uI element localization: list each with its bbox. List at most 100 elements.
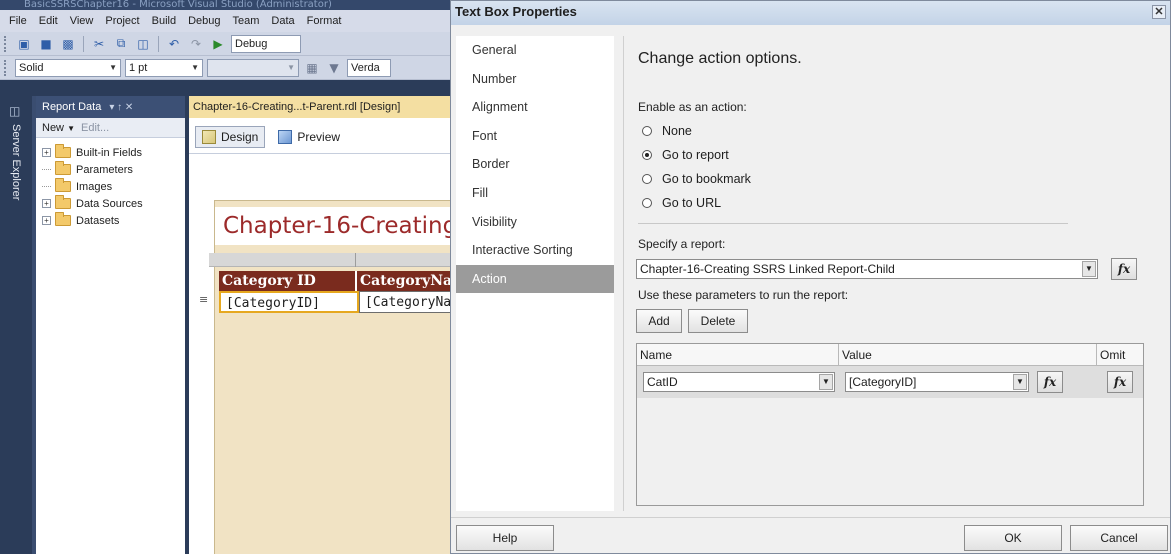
close-icon[interactable]: ✕ [1152,5,1166,19]
report-data-toolbar: New ▼ Edit... [36,118,185,138]
radio-go-to-report[interactable]: Go to report [642,146,729,164]
radio-label: Go to report [662,148,729,162]
panel-window-controls[interactable]: ▾ ↑ ✕ [109,102,133,113]
radio-button[interactable] [642,126,652,136]
tree-item-parameters[interactable]: Parameters [42,161,185,178]
radio-go-to-bookmark[interactable]: Go to bookmark [642,170,751,188]
nav-visibility[interactable]: Visibility [456,208,614,237]
nav-font[interactable]: Font [456,122,614,151]
toolbar-grip[interactable] [4,35,7,52]
save-icon[interactable]: ■ [37,35,55,53]
radio-button[interactable] [642,198,652,208]
visual-studio-window: BasicSSRSChapter16 - Microsoft Visual St… [0,0,450,554]
menu-data[interactable]: Data [266,15,301,27]
expand-icon[interactable]: + [42,148,51,157]
report-title-textbox[interactable]: Chapter-16-Creating [215,207,450,245]
menu-team[interactable]: Team [228,15,267,27]
folder-icon [55,195,71,209]
parameters-grid: Name Value Omit CatID ▼ [CategoryID] ▼ f… [636,343,1144,506]
menu-project[interactable]: Project [100,15,146,27]
help-button[interactable]: Help [456,525,554,551]
cut-icon[interactable]: ✂ [90,35,108,53]
undo-icon[interactable]: ↶ [165,35,183,53]
cancel-button[interactable]: Cancel [1070,525,1168,551]
delete-button[interactable]: Delete [688,309,748,333]
border-width-combo[interactable]: 1 pt ▼ [125,58,203,77]
ok-button[interactable]: OK [964,525,1062,551]
copy-icon[interactable]: ⧉ [112,35,130,53]
parameter-name-select[interactable]: CatID ▼ [643,372,835,392]
grid-header: Name Value Omit [637,344,1143,366]
nav-action[interactable]: Action [456,264,614,294]
nav-fill[interactable]: Fill [456,179,614,208]
border-style-combo[interactable]: Solid ▼ [15,58,121,77]
paste-icon[interactable]: ◫ [134,35,152,53]
tree-item-datasets[interactable]: + Datasets [42,212,185,229]
tablix-column-handles[interactable] [209,253,450,267]
solution-config-combo[interactable]: Debug [231,34,301,53]
data-cell-category-id[interactable]: [CategoryID] [219,291,359,313]
footer-divider [451,517,1170,518]
header-cell-category-id[interactable]: Category ID [219,271,357,291]
server-explorer-label[interactable]: Server Explorer [10,124,22,200]
data-cell-category-name[interactable]: [CategoryName] [359,291,450,313]
borders-icon[interactable]: ▦ [303,59,321,77]
new-menu-button[interactable]: New ▼ [42,122,75,134]
border-color-combo[interactable]: ▼ [207,58,299,77]
parameter-row: CatID ▼ [CategoryID] ▼ fx fx [637,366,1143,398]
parameter-value-select[interactable]: [CategoryID] ▼ [845,372,1029,392]
server-explorer-icon[interactable]: ◫ [9,104,23,118]
radio-none[interactable]: None [642,122,692,140]
omit-expression-button[interactable]: fx [1107,371,1133,393]
nav-border[interactable]: Border [456,150,614,179]
header-cell-category-name[interactable]: CategoryName [357,271,450,291]
add-button[interactable]: Add [636,309,682,333]
tab-design[interactable]: Design [195,126,266,148]
chevron-down-icon: ▼ [191,62,199,72]
grid-empty-area [637,398,1143,505]
server-explorer-sidebar[interactable]: ◫ Server Explorer [0,96,36,554]
document-area: Chapter-16-Creating...t-Parent.rdl [Desi… [189,96,450,554]
nav-interactive-sorting[interactable]: Interactive Sorting [456,236,614,265]
nav-alignment[interactable]: Alignment [456,93,614,122]
save-all-icon[interactable]: ▩ [59,35,77,53]
radio-go-to-url[interactable]: Go to URL [642,194,721,212]
report-expression-button[interactable]: fx [1111,258,1137,280]
menu-file[interactable]: File [4,15,34,27]
radio-button[interactable] [642,174,652,184]
tab-preview[interactable]: Preview [271,126,347,148]
font-combo[interactable]: Verda [347,58,391,77]
menu-format[interactable]: Format [302,15,349,27]
tree-item-label: Data Sources [76,197,143,210]
tree-item-images[interactable]: Images [42,178,185,195]
edit-button[interactable]: Edit... [81,122,109,134]
expand-icon[interactable]: + [42,199,51,208]
expand-icon[interactable]: + [42,216,51,225]
tree-item-data-sources[interactable]: + Data Sources [42,195,185,212]
radio-label: Go to bookmark [662,172,751,186]
nav-number[interactable]: Number [456,65,614,94]
menu-build[interactable]: Build [147,15,183,27]
start-debug-icon[interactable]: ▶ [209,35,227,53]
redo-icon[interactable]: ↷ [187,35,205,53]
menu-debug[interactable]: Debug [183,15,227,27]
toolbar-grip[interactable] [4,59,7,76]
vs-menubar: File Edit View Project Build Debug Team … [0,10,450,32]
radio-button[interactable] [642,150,652,160]
chevron-down-icon[interactable]: ▼ [1082,261,1096,277]
chevron-down-icon[interactable]: ▼ [1013,374,1027,390]
menu-edit[interactable]: Edit [34,15,65,27]
menu-view[interactable]: View [65,15,101,27]
row-handle-icon[interactable]: ≡ [199,293,211,311]
report-body[interactable]: Chapter-16-Creating Category ID Category… [199,200,450,554]
chevron-down-icon: ▼ [287,62,295,72]
chevron-down-icon[interactable]: ▼ [819,374,833,390]
report-select[interactable]: Chapter-16-Creating SSRS Linked Report-C… [636,259,1098,279]
document-tab[interactable]: Chapter-16-Creating...t-Parent.rdl [Desi… [189,96,450,118]
new-project-icon[interactable]: ▣ [15,35,33,53]
align-icon[interactable]: ▼ [325,59,343,77]
value-expression-button[interactable]: fx [1037,371,1063,393]
nav-general[interactable]: General [456,36,614,65]
tree-item-built-in-fields[interactable]: + Built-in Fields [42,144,185,161]
specify-report-label: Specify a report: [638,237,726,251]
